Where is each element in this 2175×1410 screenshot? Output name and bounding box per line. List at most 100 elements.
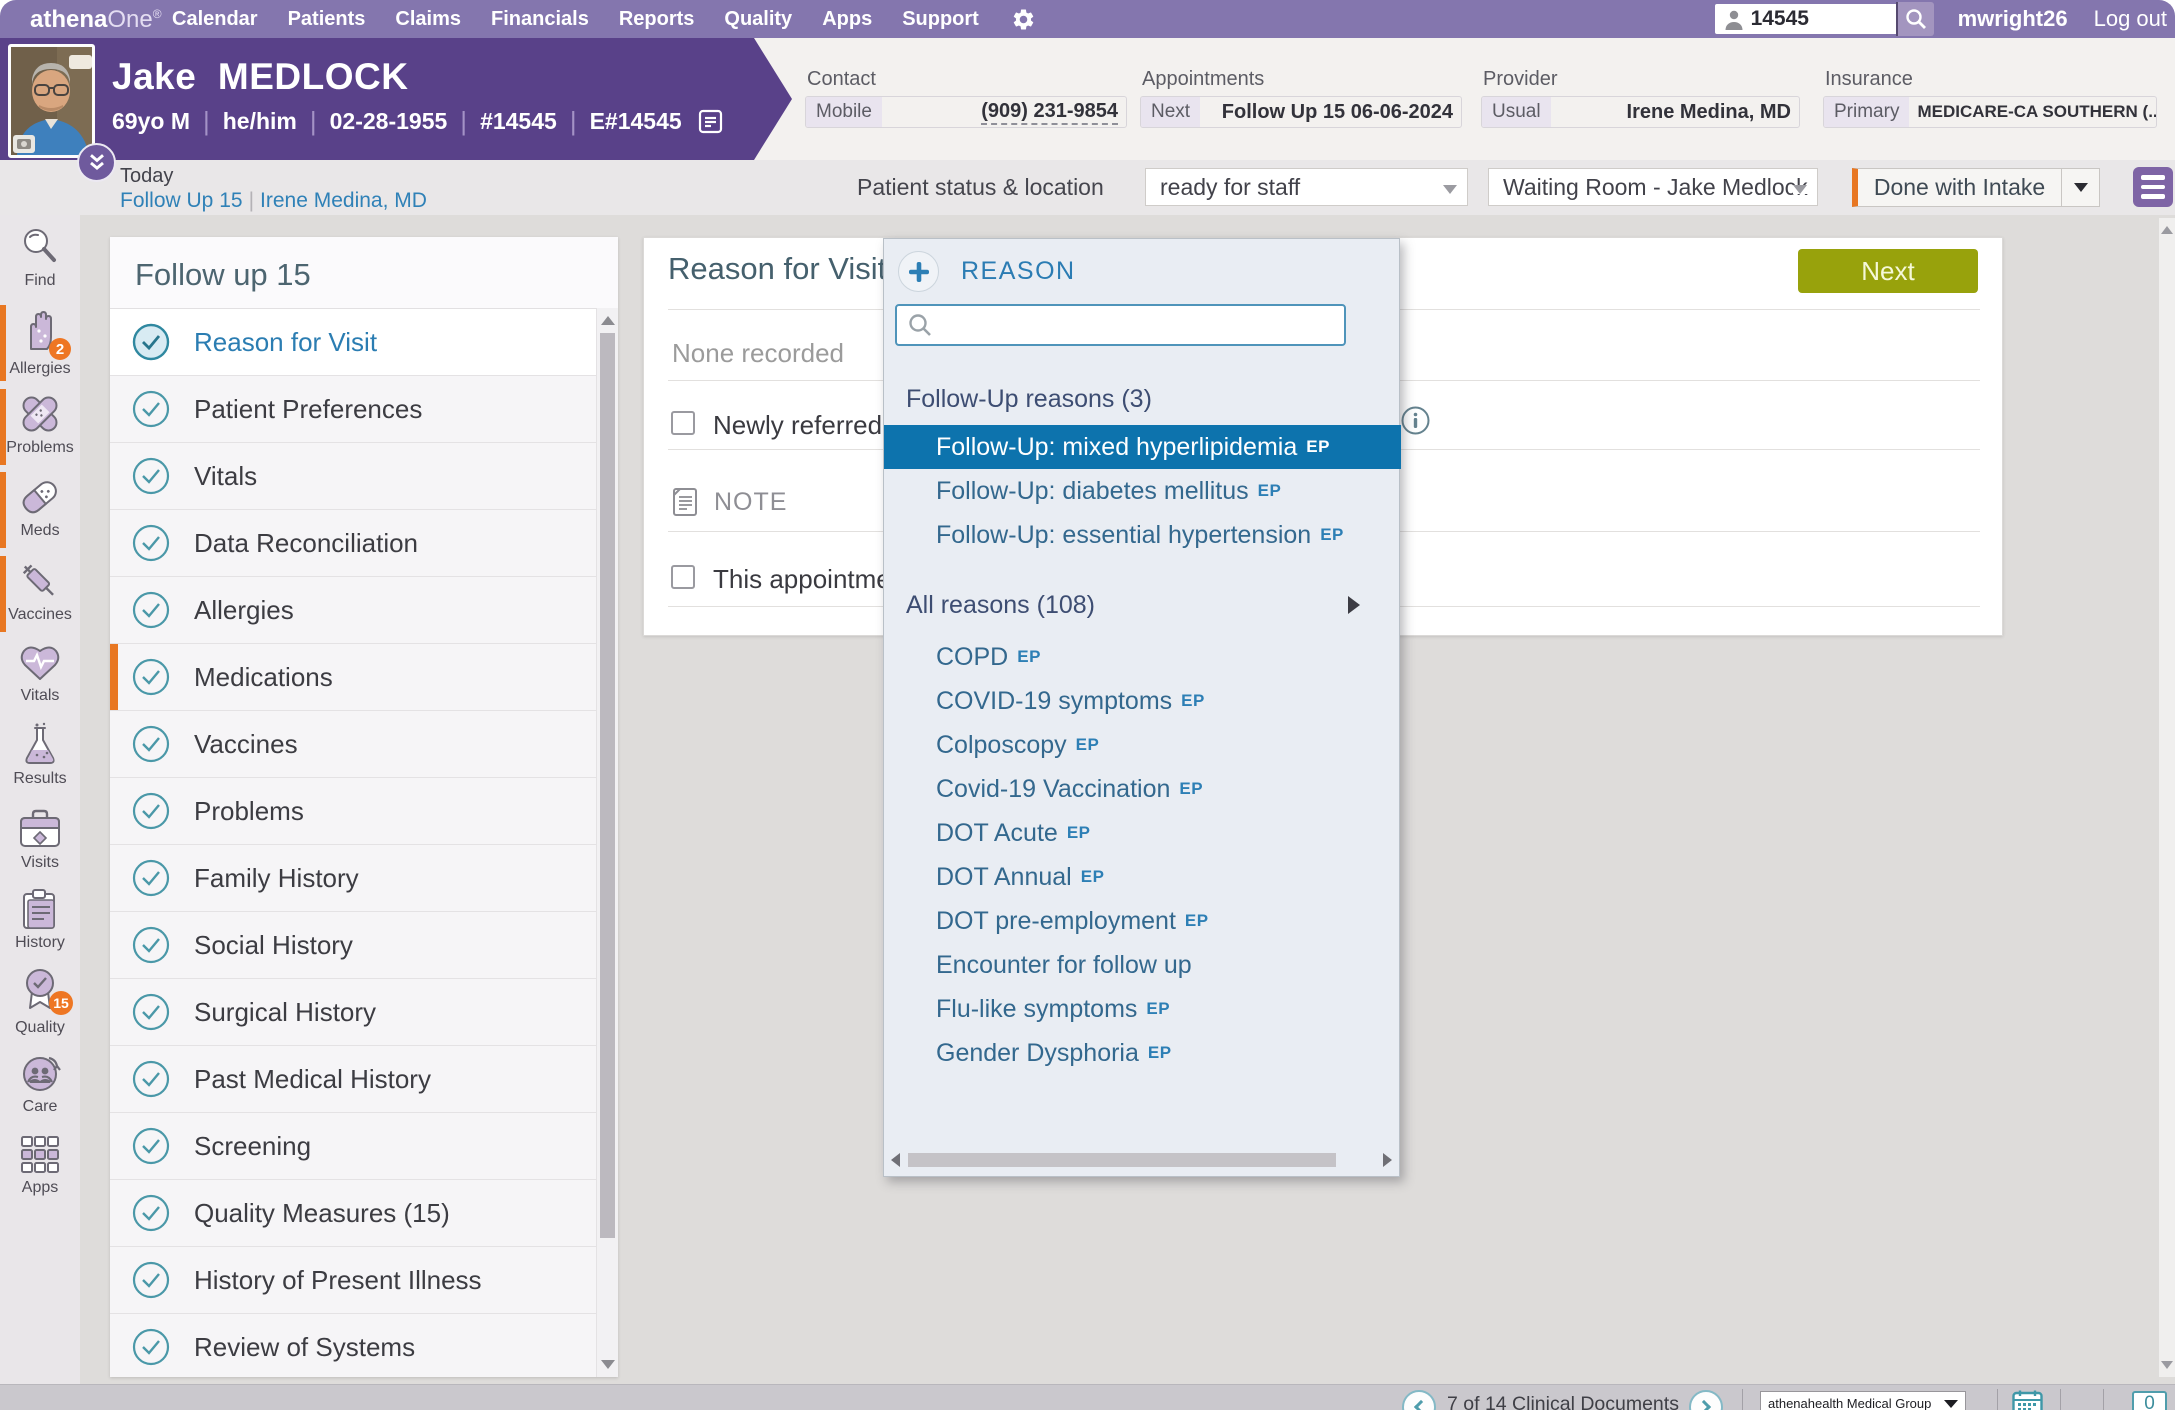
nav-calendar[interactable]: Calendar xyxy=(172,8,258,31)
checklist-scrollbar[interactable] xyxy=(596,308,618,1377)
scroll-right-icon[interactable] xyxy=(1383,1153,1392,1167)
insurance-primary-value[interactable]: MEDICARE-CA SOUTHERN (... xyxy=(1909,97,2156,127)
checklist-item-vaccines[interactable]: Vaccines xyxy=(110,711,596,778)
scroll-left-icon[interactable] xyxy=(891,1153,900,1167)
checklist-item-problems[interactable]: Problems xyxy=(110,778,596,845)
checklist-item-quality-measures[interactable]: Quality Measures (15) xyxy=(110,1180,596,1247)
calendar-icon[interactable] xyxy=(2012,1390,2043,1410)
rail-item-problems[interactable]: Problems xyxy=(0,391,80,457)
reason-option-mixed-hyperlipidemia[interactable]: Follow-Up: mixed hyperlipidemiaEP xyxy=(884,425,1401,469)
username[interactable]: mwright26 xyxy=(1958,6,2068,32)
scroll-up-icon[interactable] xyxy=(2161,226,2173,234)
rail-item-vitals[interactable]: Vitals xyxy=(0,639,80,705)
rail-item-meds[interactable]: Meds xyxy=(0,474,80,540)
org-select[interactable]: athenahealth Medical Group xyxy=(1760,1391,1966,1410)
checklist-item-review-of-systems[interactable]: Review of Systems xyxy=(110,1314,596,1377)
info-icon[interactable] xyxy=(1401,406,1430,435)
checklist-item-surgical-history[interactable]: Surgical History xyxy=(110,979,596,1046)
provider-link[interactable]: Irene Medina, MD xyxy=(260,189,427,212)
main-scrollbar[interactable] xyxy=(2159,218,2175,1377)
all-reasons-group-label[interactable]: All reasons (108) xyxy=(906,591,1095,620)
rail-item-care[interactable]: Care xyxy=(0,1050,80,1116)
nav-patients[interactable]: Patients xyxy=(288,8,366,31)
scroll-down-icon[interactable] xyxy=(601,1360,615,1369)
checklist-item-family-history[interactable]: Family History xyxy=(110,845,596,912)
checklist-item-social-history[interactable]: Social History xyxy=(110,912,596,979)
rail-item-allergies[interactable]: 2 Allergies xyxy=(0,307,80,378)
nav-financials[interactable]: Financials xyxy=(491,8,589,31)
search-button[interactable] xyxy=(1896,2,1934,36)
contact-group: Contact Mobile (909) 231-9854 xyxy=(805,38,1127,160)
encounter-link[interactable]: Follow Up 15 xyxy=(120,189,243,212)
nav-claims[interactable]: Claims xyxy=(395,8,461,31)
rail-item-visits[interactable]: Visits xyxy=(0,806,80,872)
patient-status-select[interactable]: ready for staff xyxy=(1145,168,1468,206)
reason-option-dot-annual[interactable]: DOT AnnualEP xyxy=(884,855,1401,899)
patient-pronouns: he/him xyxy=(223,108,297,135)
quality-badge: 15 xyxy=(49,991,73,1015)
patient-name[interactable]: Jake MEDLOCK xyxy=(112,56,408,98)
note-row[interactable]: NOTE xyxy=(670,486,787,518)
reason-option-diabetes-mellitus[interactable]: Follow-Up: diabetes mellitusEP xyxy=(884,469,1401,513)
search-input[interactable] xyxy=(1751,7,1871,31)
check-circle-icon xyxy=(132,1261,170,1299)
rail-item-apps[interactable]: Apps xyxy=(0,1131,80,1197)
scrollbar-thumb[interactable] xyxy=(600,333,615,1238)
newly-referred-checkbox[interactable] xyxy=(671,411,695,435)
scrollbar-thumb[interactable] xyxy=(908,1153,1336,1167)
checklist-item-past-medical-history[interactable]: Past Medical History xyxy=(110,1046,596,1113)
dropdown-horizontal-scrollbar[interactable] xyxy=(889,1151,1394,1169)
rail-item-history[interactable]: History xyxy=(0,886,80,952)
next-button[interactable]: Next xyxy=(1798,249,1978,293)
checklist-item-screening[interactable]: Screening xyxy=(110,1113,596,1180)
notification-count-badge[interactable]: 0 xyxy=(2132,1391,2167,1410)
done-with-intake-menu-button[interactable] xyxy=(2061,168,2100,207)
add-reason-label: REASON xyxy=(961,257,1076,286)
reason-option-flu-like-symptoms[interactable]: Flu-like symptomsEP xyxy=(884,987,1401,1031)
checklist-item-patient-preferences[interactable]: Patient Preferences xyxy=(110,376,596,443)
reason-option-colposcopy[interactable]: ColposcopyEP xyxy=(884,723,1401,767)
patient-photo[interactable] xyxy=(8,44,95,158)
add-reason-header[interactable]: REASON xyxy=(898,251,1076,292)
rail-item-find[interactable]: Find xyxy=(0,224,80,290)
appointments-next-value[interactable]: Follow Up 15 06-06-2024 xyxy=(1200,97,1461,127)
scroll-down-icon[interactable] xyxy=(2161,1361,2173,1369)
collapse-banner-icon[interactable] xyxy=(77,143,116,182)
encounter-links: Follow Up 15|Irene Medina, MD xyxy=(120,189,427,213)
gear-icon[interactable] xyxy=(1011,7,1036,32)
this-appointment-checkbox[interactable] xyxy=(671,565,695,589)
hamburger-menu-icon[interactable] xyxy=(2133,167,2173,207)
reason-option-covid19-symptoms[interactable]: COVID-19 symptomsEP xyxy=(884,679,1401,723)
checklist-item-history-of-present-illness[interactable]: History of Present Illness xyxy=(110,1247,596,1314)
contact-mobile-value[interactable]: (909) 231-9854 xyxy=(882,97,1126,127)
reason-option-dot-pre-employment[interactable]: DOT pre-employmentEP xyxy=(884,899,1401,943)
reason-search-input[interactable] xyxy=(941,306,1344,344)
reason-option-essential-hypertension[interactable]: Follow-Up: essential hypertensionEP xyxy=(884,513,1401,557)
checklist-item-data-reconciliation[interactable]: Data Reconciliation xyxy=(110,510,596,577)
reason-option-encounter-for-follow-up[interactable]: Encounter for follow up xyxy=(884,943,1401,987)
prev-document-button[interactable] xyxy=(1402,1390,1436,1410)
rail-item-quality[interactable]: 15 Quality xyxy=(0,966,80,1037)
scroll-up-icon[interactable] xyxy=(601,316,615,325)
logout-link[interactable]: Log out xyxy=(2094,6,2167,32)
done-with-intake-button[interactable]: Done with Intake xyxy=(1852,168,2062,207)
checklist-item-medications[interactable]: Medications xyxy=(110,644,596,711)
patient-location-select[interactable]: Waiting Room - Jake Medlock xyxy=(1488,168,1818,206)
provider-usual-value[interactable]: Irene Medina, MD xyxy=(1551,97,1799,127)
checklist-item-allergies[interactable]: Allergies xyxy=(110,577,596,644)
rail-item-vaccines[interactable]: Vaccines xyxy=(0,558,80,624)
reason-option-gender-dysphoria[interactable]: Gender DysphoriaEP xyxy=(884,1031,1401,1075)
encounter-note-icon[interactable] xyxy=(698,109,723,134)
next-document-button[interactable] xyxy=(1689,1390,1723,1410)
nav-support[interactable]: Support xyxy=(902,8,979,31)
rail-item-results[interactable]: Results xyxy=(0,722,80,788)
reason-option-dot-acute[interactable]: DOT AcuteEP xyxy=(884,811,1401,855)
athenaone-logo[interactable]: athenaOne® xyxy=(30,6,162,34)
nav-apps[interactable]: Apps xyxy=(822,8,872,31)
checklist-item-vitals[interactable]: Vitals xyxy=(110,443,596,510)
nav-reports[interactable]: Reports xyxy=(619,8,695,31)
checklist-item-reason-for-visit[interactable]: Reason for Visit xyxy=(110,309,596,376)
reason-option-covid19-vaccination[interactable]: Covid-19 VaccinationEP xyxy=(884,767,1401,811)
reason-option-copd[interactable]: COPDEP xyxy=(884,635,1401,679)
nav-quality[interactable]: Quality xyxy=(724,8,792,31)
